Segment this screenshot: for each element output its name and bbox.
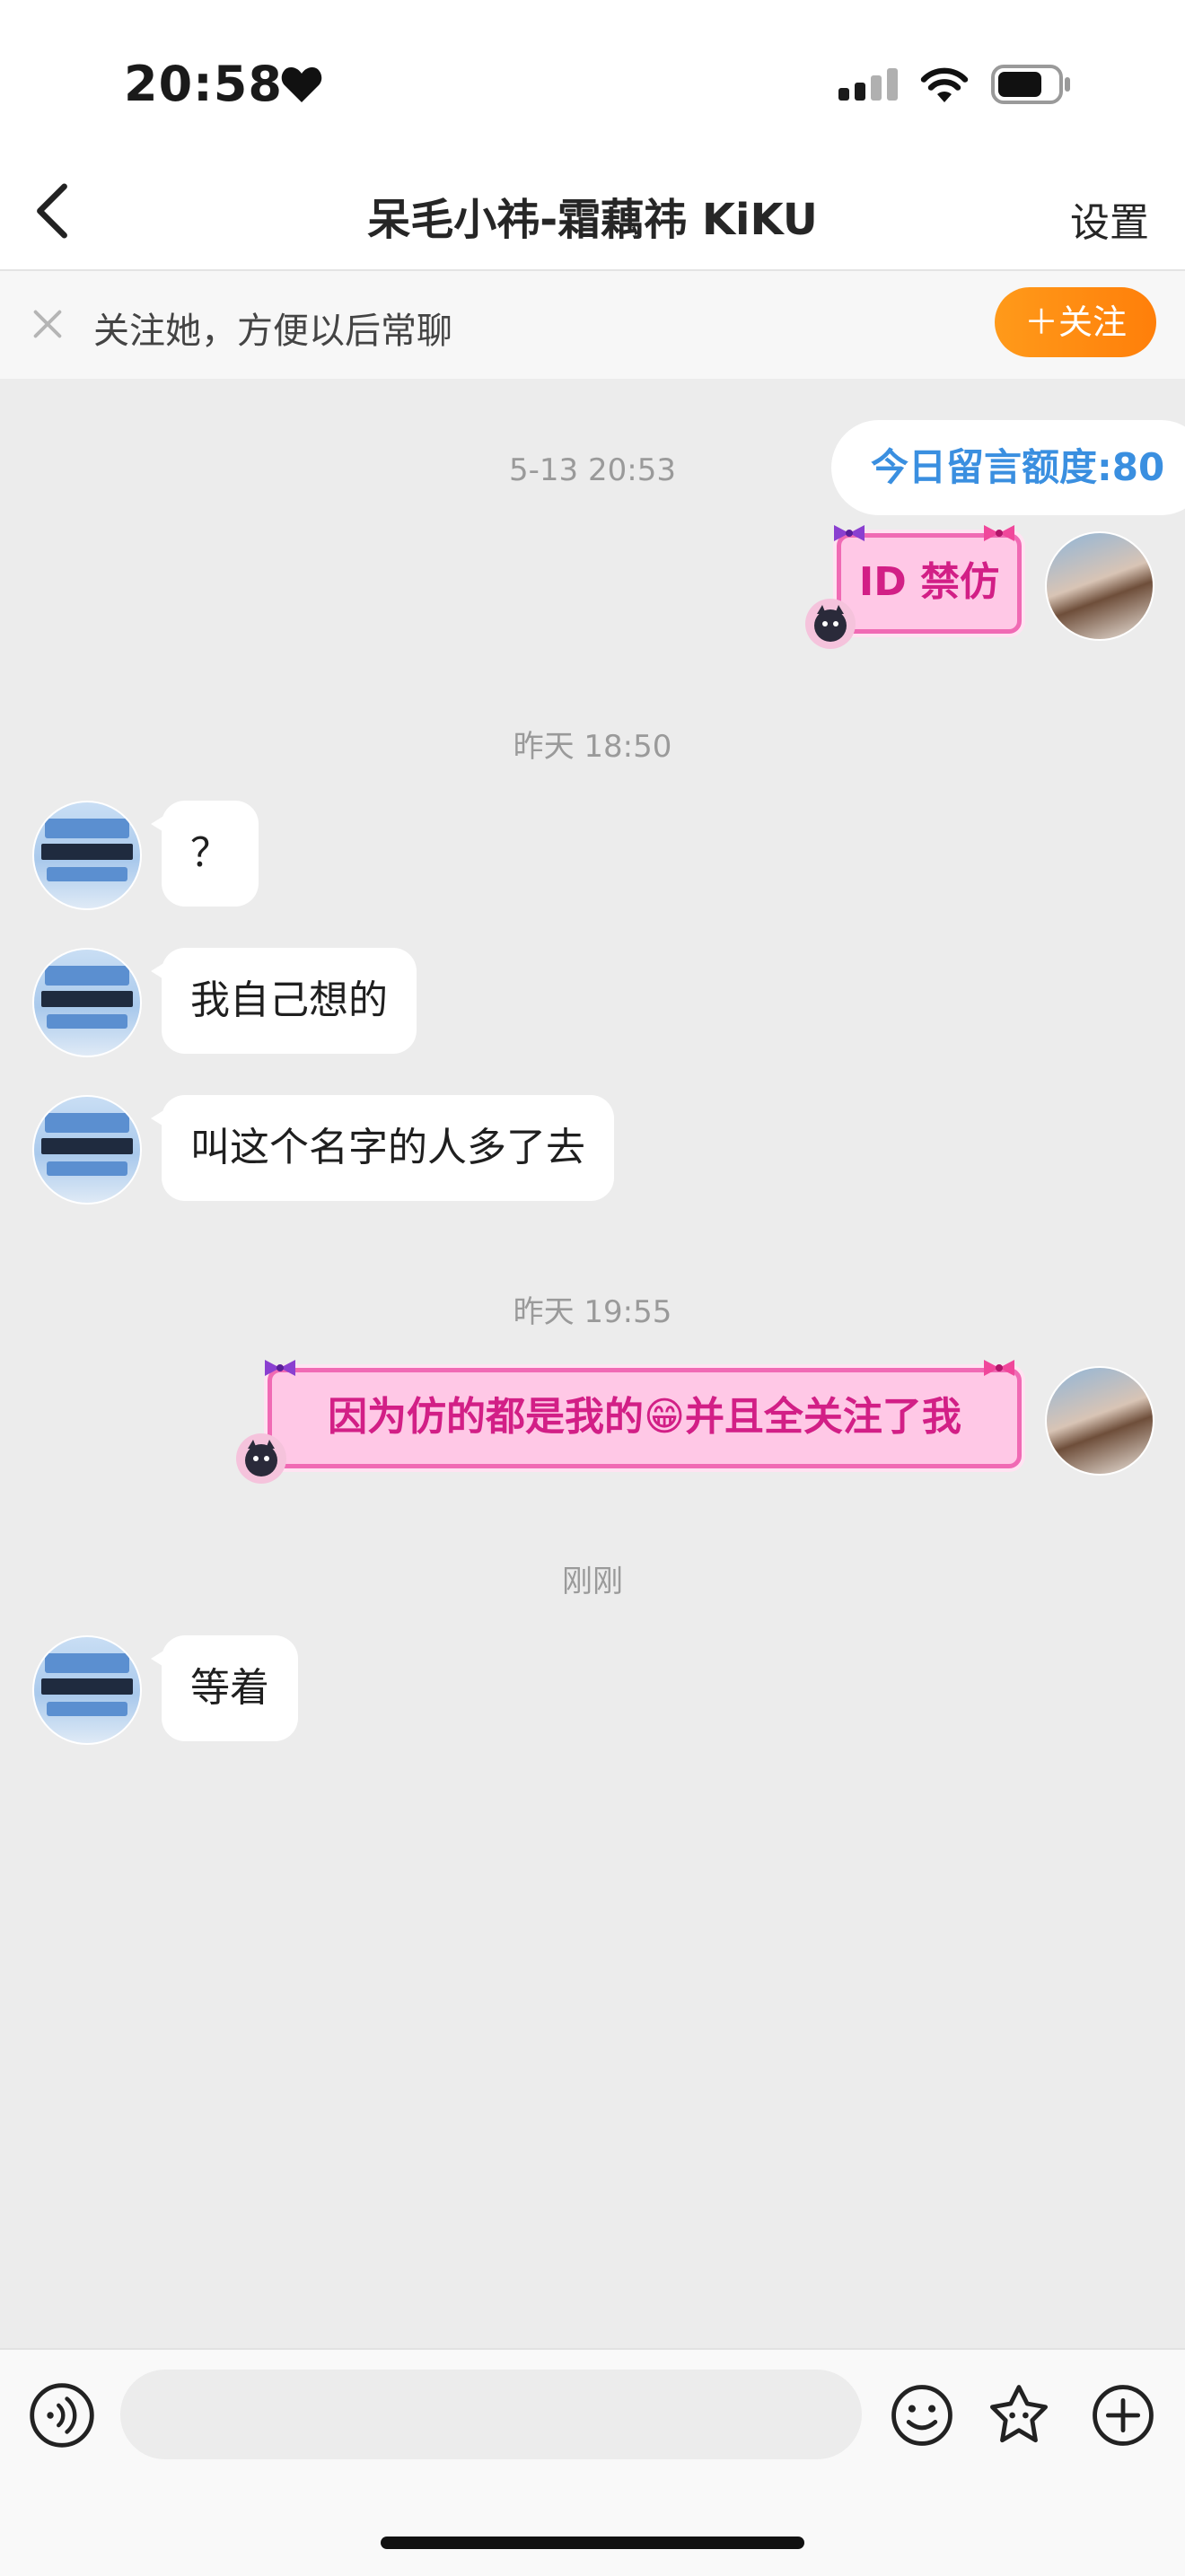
smile-icon[interactable] <box>889 2382 955 2449</box>
contact-avatar[interactable] <box>32 948 142 1057</box>
wifi-icon <box>920 67 969 102</box>
heart-icon <box>281 66 322 102</box>
follow-prompt-text: 关注她，方便以后常聊 <box>93 311 452 352</box>
cat-sticker-icon <box>236 1433 286 1484</box>
cat-sticker-icon <box>805 599 856 649</box>
close-icon[interactable] <box>27 303 68 345</box>
follow-button[interactable]: ＋关注 <box>995 287 1156 357</box>
my-avatar[interactable] <box>1045 531 1154 641</box>
message-text: 并且全关注了我 <box>684 1394 961 1440</box>
voice-icon[interactable] <box>29 2382 95 2449</box>
message-bubble-received: 叫这个名字的人多了去 <box>151 1095 614 1201</box>
cell-signal-icon <box>838 68 903 101</box>
message-bubble-received: 我自己想的 <box>151 948 417 1054</box>
grin-emoji-icon: 😁 <box>644 1394 685 1440</box>
bow-icon <box>984 1360 1014 1376</box>
plus-circle-icon[interactable] <box>1090 2382 1156 2449</box>
chat-title: 呆毛小祎-霜藕祎 KiKU <box>367 195 818 245</box>
battery-icon <box>991 65 1070 104</box>
message-bubble-sent: ID 禁仿 <box>837 533 1022 634</box>
star-face-icon[interactable] <box>986 2382 1052 2449</box>
message-bubble-sent: 因为仿的都是我的😁并且全关注了我 <box>268 1368 1022 1468</box>
timestamp: 刚刚 <box>562 1564 623 1599</box>
message-input[interactable] <box>120 2370 862 2459</box>
status-time: 20:58 <box>124 56 283 112</box>
my-avatar[interactable] <box>1045 1366 1154 1476</box>
timestamp: 5-13 20:53 <box>509 452 676 488</box>
message-bubble-received: 等着 <box>151 1635 298 1741</box>
settings-button[interactable]: 设置 <box>1070 190 1149 248</box>
contact-avatar[interactable] <box>32 1635 142 1745</box>
bow-icon <box>265 1360 295 1376</box>
bow-icon <box>984 525 1014 541</box>
message-bubble-received: ？ <box>151 801 259 907</box>
contact-avatar[interactable] <box>32 801 142 910</box>
bow-icon <box>834 525 865 541</box>
timestamp: 昨天 19:55 <box>513 1294 672 1330</box>
timestamp: 昨天 18:50 <box>513 729 672 765</box>
contact-avatar[interactable] <box>32 1095 142 1205</box>
home-indicator <box>381 2537 804 2549</box>
message-text: 因为仿的都是我的 <box>328 1394 645 1440</box>
